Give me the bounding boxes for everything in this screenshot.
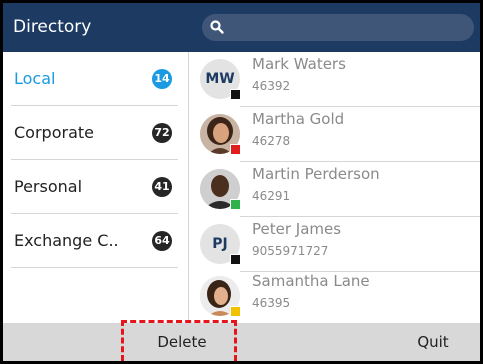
- contact-name: Samantha Lane: [252, 272, 370, 290]
- count-badge: 41: [152, 177, 172, 197]
- count-badge: 72: [152, 123, 172, 143]
- category-personal[interactable]: Personal 41: [11, 160, 178, 214]
- category-exchange[interactable]: Exchange C.. 64: [11, 214, 178, 268]
- search-input[interactable]: [202, 14, 474, 41]
- category-label: Personal: [14, 177, 83, 196]
- category-local[interactable]: Local 14: [11, 52, 178, 106]
- contact-number: 46278: [252, 134, 291, 148]
- contact-row[interactable]: MW Mark Waters 46392: [189, 52, 480, 106]
- contact-row[interactable]: Martin Perderson 46291: [189, 162, 480, 216]
- quit-button[interactable]: Quit: [403, 323, 463, 361]
- presence-indicator: [230, 89, 241, 100]
- softkey-bar: Delete Quit: [3, 323, 480, 361]
- search-icon: [210, 20, 224, 34]
- category-list: Local 14 Corporate 72 Personal 41 Exchan…: [3, 52, 188, 323]
- category-corporate[interactable]: Corporate 72: [11, 106, 178, 160]
- count-badge: 14: [152, 69, 172, 89]
- contact-row[interactable]: Martha Gold 46278: [189, 107, 480, 161]
- contact-name: Peter James: [252, 220, 342, 238]
- contact-number: 46291: [252, 189, 291, 203]
- delete-highlight-box: [121, 320, 237, 361]
- count-badge: 64: [152, 231, 172, 251]
- presence-indicator: [230, 144, 241, 155]
- category-label: Local: [14, 69, 56, 88]
- contact-number: 9055971727: [252, 244, 329, 258]
- presence-indicator: [230, 199, 241, 210]
- contact-number: 46392: [252, 79, 291, 93]
- contact-name: Martin Perderson: [252, 165, 380, 183]
- contact-name: Martha Gold: [252, 110, 345, 128]
- category-label: Exchange C..: [14, 231, 119, 250]
- phone-screen: Directory Local 14 Corporate 72 Personal…: [3, 3, 480, 361]
- header-bar: Directory: [3, 3, 480, 52]
- contact-row[interactable]: PJ Peter James 9055971727: [189, 217, 480, 271]
- category-label: Corporate: [14, 123, 94, 142]
- page-title: Directory: [13, 17, 92, 37]
- contact-name: Mark Waters: [252, 55, 346, 73]
- presence-indicator: [230, 254, 241, 265]
- contact-row[interactable]: Samantha Lane 46395: [189, 269, 480, 323]
- presence-indicator: [230, 306, 241, 317]
- contact-number: 46395: [252, 296, 291, 310]
